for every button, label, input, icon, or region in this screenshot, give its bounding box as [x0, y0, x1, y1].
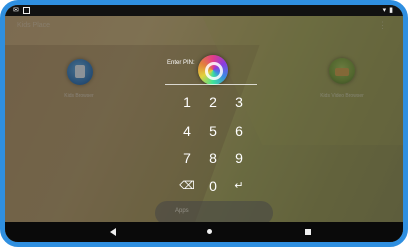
status-bar: ✉ ▾ ▮ [5, 5, 403, 16]
backspace-icon[interactable]: ⌫ [176, 176, 198, 196]
square-icon [22, 6, 30, 14]
key-3[interactable]: 3 [228, 92, 250, 112]
key-8[interactable]: 8 [202, 148, 224, 168]
notification-icon: ✉ [13, 7, 19, 14]
enter-arrow-icon[interactable]: ↵ [228, 176, 250, 196]
device-frame: Kids Place ⋮ Kids Browser Kids Video Bro… [0, 0, 408, 247]
key-1[interactable]: 1 [176, 92, 198, 112]
key-4[interactable]: 4 [176, 121, 198, 141]
screen: Kids Place ⋮ Kids Browser Kids Video Bro… [5, 5, 403, 242]
key-7[interactable]: 7 [176, 148, 198, 168]
enter-pin-label: Enter PIN: [167, 60, 195, 66]
back-icon[interactable] [110, 226, 116, 238]
key-6[interactable]: 6 [228, 121, 250, 141]
wifi-icon: ▾ [382, 7, 387, 14]
pin-input-underline[interactable] [165, 84, 257, 85]
kids-place-logo-icon [198, 55, 228, 85]
navigation-bar [5, 222, 403, 242]
recent-apps-icon[interactable] [305, 226, 311, 237]
key-0[interactable]: 0 [202, 176, 224, 196]
home-icon[interactable] [207, 226, 212, 236]
battery-icon: ▮ [389, 7, 393, 14]
apps-button[interactable]: Apps [175, 208, 189, 214]
key-9[interactable]: 9 [228, 148, 250, 168]
key-5[interactable]: 5 [202, 121, 224, 141]
key-2[interactable]: 2 [202, 92, 224, 112]
